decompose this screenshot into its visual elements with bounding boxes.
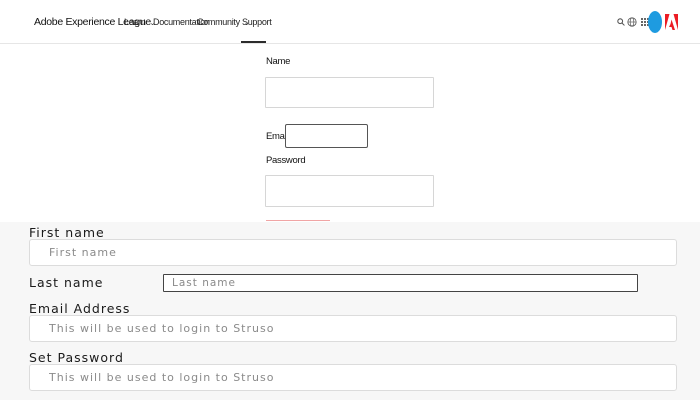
- avatar[interactable]: [648, 11, 662, 33]
- password-field[interactable]: [265, 175, 434, 207]
- last-name-input[interactable]: [163, 274, 638, 292]
- name-input[interactable]: [265, 77, 434, 108]
- adobe-logo[interactable]: [665, 14, 678, 30]
- set-password-label: Set Password: [29, 350, 124, 365]
- last-name-label: Last name: [29, 275, 104, 290]
- set-password-input[interactable]: [29, 364, 677, 391]
- nav-support-label: Support: [242, 17, 272, 27]
- email-address-input[interactable]: [29, 315, 677, 342]
- nav-learn[interactable]: Learn ⌄: [124, 17, 155, 27]
- registration-form: First name Last name Email Address Set P…: [0, 222, 700, 400]
- top-navigation-bar: Adobe Experience League Learn ⌄ Documenta…: [0, 0, 700, 44]
- nav-community-label: Community: [197, 17, 240, 27]
- first-name-input[interactable]: [29, 239, 677, 266]
- nav-learn-label: Learn: [124, 17, 146, 27]
- first-name-label: First name: [29, 225, 105, 240]
- submit-button-edge[interactable]: [266, 220, 330, 221]
- header-icons: [617, 11, 678, 33]
- nav-support[interactable]: Support: [242, 17, 272, 27]
- email-field[interactable]: [285, 124, 368, 148]
- password-label: Password: [266, 155, 306, 166]
- active-nav-indicator: [241, 41, 266, 43]
- name-label: Name: [266, 56, 291, 67]
- globe-icon[interactable]: [627, 17, 637, 27]
- email-address-label: Email Address: [29, 301, 131, 316]
- search-icon[interactable]: [617, 18, 625, 26]
